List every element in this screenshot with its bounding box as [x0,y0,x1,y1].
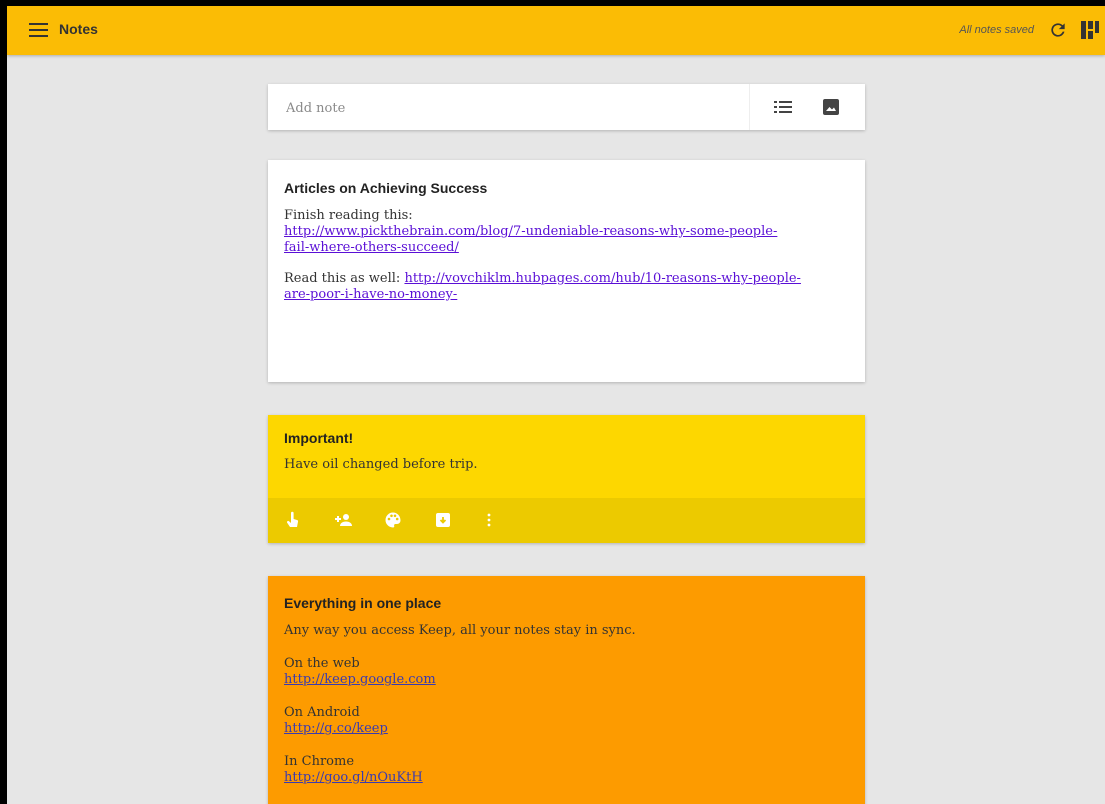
note-card-important[interactable]: Important! Have oil changed before trip. [268,415,865,543]
palette-icon[interactable] [384,511,402,529]
note-link-chrome[interactable]: http://goo.gl/nOuKtH [284,770,423,785]
note-title: Important! [284,430,354,446]
note-text: Finish reading this: [284,208,413,223]
menu-icon[interactable] [29,23,48,37]
note-text: On the web [284,656,360,671]
note-text: On Android [284,705,360,720]
note-paragraph: On the web http://keep.google.com [284,656,849,688]
note-card-everything[interactable]: Everything in one place Any way you acce… [268,576,865,804]
reminder-hand-icon[interactable] [284,511,302,529]
note-title: Everything in one place [284,595,442,611]
note-paragraph: In Chrome http://goo.gl/nOuKtH [284,754,849,786]
note-paragraph: Any way you access Keep, all your notes … [284,623,636,638]
collaborator-icon[interactable] [334,511,352,529]
grid-view-icon[interactable] [1081,21,1099,39]
note-paragraph: Read this as well: http://vovchiklm.hubp… [284,271,849,303]
app-title: Notes [59,21,98,37]
divider [749,84,750,130]
note-body: Any way you access Keep, all your notes … [284,623,849,786]
note-title: Articles on Achieving Success [284,180,488,196]
add-note-bar [268,84,865,130]
note-card-articles[interactable]: Articles on Achieving Success Finish rea… [268,160,865,382]
list-icon[interactable] [774,99,792,115]
note-link-line: http://www.pickthebrain.com/blog/7-unden… [284,224,778,239]
note-link-line: http://vovchiklm.hubpages.com/hub/10-rea… [404,271,801,286]
note-paragraph: On Android http://g.co/keep [284,705,849,737]
top-app-bar: Notes All notes saved [7,6,1105,55]
note-text: Read this as well: [284,271,405,286]
note-link-android[interactable]: http://g.co/keep [284,721,388,736]
image-icon[interactable] [823,99,839,115]
note-body: Have oil changed before trip. [284,457,478,472]
note-paragraph: Finish reading this: http://www.picktheb… [284,208,849,256]
more-vert-icon[interactable] [486,511,504,529]
save-status: All notes saved [959,24,1034,36]
note-link-web[interactable]: http://keep.google.com [284,672,436,687]
add-note-input[interactable] [284,97,728,119]
note-link-line: are-poor-i-have-no-money- [284,287,458,302]
app-window: Notes All notes saved Add note Articles … [7,6,1105,804]
note-body: Finish reading this: http://www.picktheb… [284,208,849,303]
note-link-pickthebrain[interactable]: http://www.pickthebrain.com/blog/7-unden… [284,224,777,255]
archive-icon[interactable] [434,511,452,529]
refresh-icon[interactable] [1048,20,1068,40]
note-link-line: fail-where-others-succeed/ [284,240,459,255]
note-toolbar [268,498,865,543]
note-text: In Chrome [284,754,355,769]
